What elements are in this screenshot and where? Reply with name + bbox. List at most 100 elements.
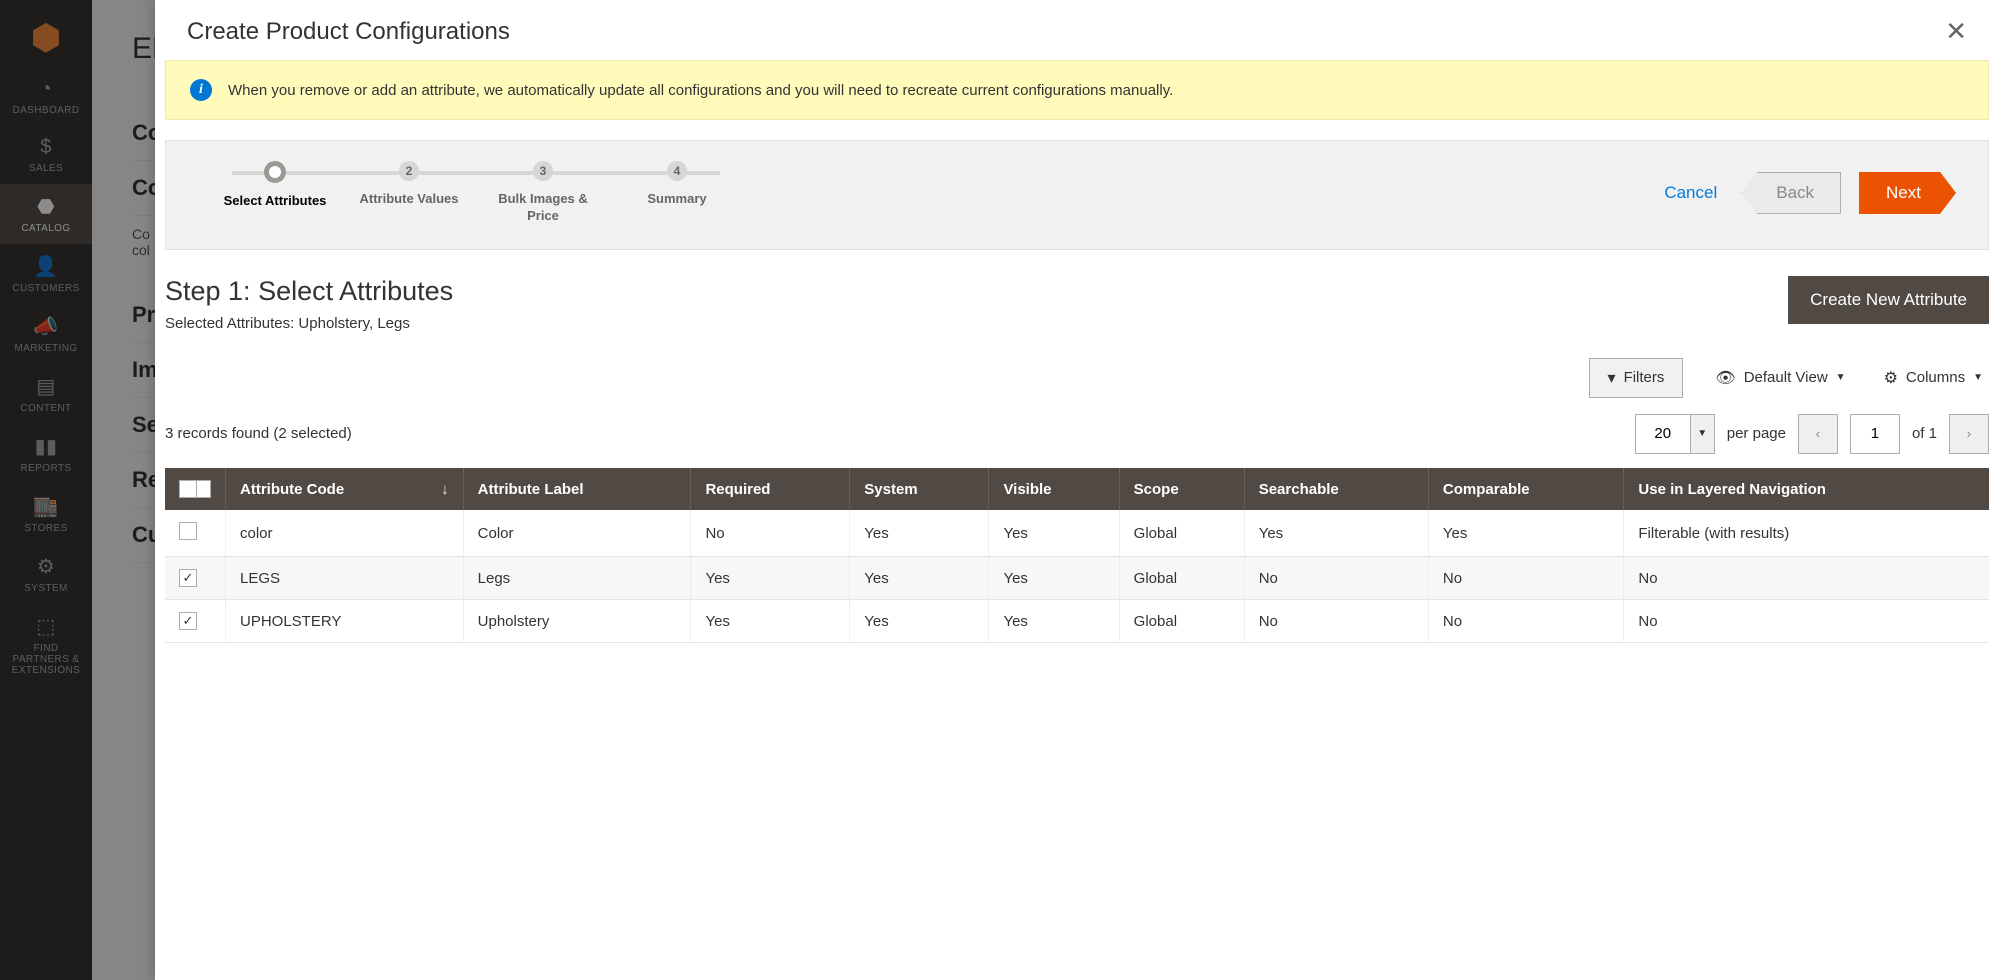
- cell-required: No: [691, 510, 850, 557]
- page-size-select[interactable]: ▼: [1635, 414, 1715, 454]
- filters-button[interactable]: ▾ Filters: [1589, 358, 1684, 398]
- sort-down-icon: ↓: [441, 481, 449, 498]
- cell-comparable: Yes: [1428, 510, 1623, 557]
- cell-comparable: No: [1428, 557, 1623, 600]
- step-bubble: 1: [264, 161, 286, 183]
- cell-searchable: No: [1244, 557, 1428, 600]
- page-size-input[interactable]: [1635, 414, 1691, 454]
- selected-attrs-label: Selected Attributes:: [165, 315, 298, 332]
- pager: ▼ per page ‹ of 1 ›: [1635, 414, 1989, 454]
- modal-header: Create Product Configurations ✕: [155, 0, 1999, 60]
- col-system[interactable]: System: [850, 468, 989, 511]
- cell-required: Yes: [691, 557, 850, 600]
- col-searchable[interactable]: Searchable: [1244, 468, 1428, 511]
- step-label: Select Attributes: [224, 193, 327, 210]
- row-checkbox[interactable]: ✓: [179, 569, 197, 587]
- grid-meta: 3 records found (2 selected) ▼ per page …: [155, 406, 1999, 468]
- attributes-grid: ▾▼ Attribute Code ↓ Attribute Label Requi…: [165, 468, 1989, 644]
- cell-code: color: [226, 510, 464, 557]
- modal-title: Create Product Configurations: [187, 18, 510, 46]
- cell-comparable: No: [1428, 600, 1623, 643]
- cancel-button[interactable]: Cancel: [1658, 182, 1723, 204]
- table-row[interactable]: colorColorNoYesYesGlobalYesYesFilterable…: [165, 510, 1989, 557]
- chevron-down-icon: ▼: [1697, 428, 1707, 439]
- page-size-dropdown[interactable]: ▼: [1691, 414, 1715, 454]
- col-comparable[interactable]: Comparable: [1428, 468, 1623, 511]
- of-pages: of 1: [1912, 425, 1937, 442]
- col-required[interactable]: Required: [691, 468, 850, 511]
- col-visible[interactable]: Visible: [989, 468, 1119, 511]
- cell-scope: Global: [1119, 600, 1244, 643]
- grid-toolbar: ▾ Filters 👁 Default View ▼ ⚙ Columns ▼: [155, 340, 1999, 406]
- default-view-button[interactable]: 👁 Default View ▼: [1709, 367, 1851, 389]
- col-scope[interactable]: Scope: [1119, 468, 1244, 511]
- cell-system: Yes: [850, 557, 989, 600]
- col-attribute-code[interactable]: Attribute Code ↓: [226, 468, 464, 511]
- back-button[interactable]: Back: [1741, 172, 1841, 214]
- col-label: Attribute Code: [240, 481, 344, 498]
- chevron-down-icon: ▼: [1973, 372, 1983, 383]
- select-all-checkbox[interactable]: ▾: [179, 480, 197, 498]
- cell-required: Yes: [691, 600, 850, 643]
- row-checkbox[interactable]: ✓: [179, 612, 197, 630]
- table-row[interactable]: ✓LEGSLegsYesYesYesGlobalNoNoNo: [165, 557, 1989, 600]
- next-page-button[interactable]: ›: [1949, 414, 1989, 454]
- columns-button[interactable]: ⚙ Columns ▼: [1878, 367, 1989, 389]
- cell-searchable: No: [1244, 600, 1428, 643]
- step-header: Step 1: Select Attributes Selected Attri…: [155, 254, 1999, 340]
- page-number-input[interactable]: [1850, 414, 1900, 454]
- step-bubble: 4: [667, 161, 687, 181]
- step-title: Step 1: Select Attributes: [165, 276, 453, 307]
- columns-label: Columns: [1906, 369, 1965, 386]
- cell-label: Upholstery: [463, 600, 691, 643]
- cell-layered: No: [1624, 600, 1989, 643]
- select-all-header[interactable]: ▾▼: [165, 468, 226, 511]
- cell-visible: Yes: [989, 557, 1119, 600]
- wizard-step-2[interactable]: 2 Attribute Values: [354, 161, 464, 208]
- col-layered-nav[interactable]: Use in Layered Navigation: [1624, 468, 1989, 511]
- grid-header-row: ▾▼ Attribute Code ↓ Attribute Label Requi…: [165, 468, 1989, 511]
- prev-page-button[interactable]: ‹: [1798, 414, 1838, 454]
- cell-label: Color: [463, 510, 691, 557]
- info-icon: i: [190, 79, 212, 101]
- cell-system: Yes: [850, 600, 989, 643]
- chevron-down-icon: ▼: [1836, 372, 1846, 383]
- funnel-icon: ▾: [1608, 368, 1616, 388]
- wizard-step-3[interactable]: 3 Bulk Images & Price: [488, 161, 598, 225]
- info-notice: i When you remove or add an attribute, w…: [165, 60, 1989, 120]
- step-label: Summary: [647, 191, 706, 208]
- cell-layered: No: [1624, 557, 1989, 600]
- filters-label: Filters: [1624, 369, 1665, 386]
- eye-icon: 👁: [1715, 368, 1735, 388]
- table-row[interactable]: ✓UPHOLSTERYUpholsteryYesYesYesGlobalNoNo…: [165, 600, 1989, 643]
- cell-scope: Global: [1119, 510, 1244, 557]
- row-checkbox[interactable]: [179, 522, 197, 540]
- cell-visible: Yes: [989, 510, 1119, 557]
- cell-system: Yes: [850, 510, 989, 557]
- selected-attrs-value: Upholstery, Legs: [298, 315, 409, 332]
- step-label: Attribute Values: [360, 191, 459, 208]
- select-all-dropdown[interactable]: ▼: [197, 480, 211, 498]
- step-bubble: 2: [399, 161, 419, 181]
- modal-body: i When you remove or add an attribute, w…: [155, 60, 1999, 980]
- cell-layered: Filterable (with results): [1624, 510, 1989, 557]
- cell-code: UPHOLSTERY: [226, 600, 464, 643]
- cell-visible: Yes: [989, 600, 1119, 643]
- cell-scope: Global: [1119, 557, 1244, 600]
- wizard-bar: 1 Select Attributes 2 Attribute Values 3 Bulk…: [165, 140, 1989, 250]
- selected-attributes: Selected Attributes: Upholstery, Legs: [165, 315, 453, 332]
- records-found: 3 records found (2 selected): [165, 425, 352, 442]
- close-icon[interactable]: ✕: [1945, 18, 1967, 44]
- step-label: Bulk Images & Price: [488, 191, 598, 225]
- wizard-actions: Cancel Back Next: [1658, 172, 1956, 214]
- col-attribute-label[interactable]: Attribute Label: [463, 468, 691, 511]
- wizard-step-4[interactable]: 4 Summary: [622, 161, 732, 208]
- step-bubble: 3: [533, 161, 553, 181]
- next-button[interactable]: Next: [1859, 172, 1956, 214]
- cell-code: LEGS: [226, 557, 464, 600]
- wizard-step-1[interactable]: 1 Select Attributes: [220, 161, 330, 210]
- per-page-label: per page: [1727, 425, 1786, 442]
- create-new-attribute-button[interactable]: Create New Attribute: [1788, 276, 1989, 324]
- cell-label: Legs: [463, 557, 691, 600]
- cell-searchable: Yes: [1244, 510, 1428, 557]
